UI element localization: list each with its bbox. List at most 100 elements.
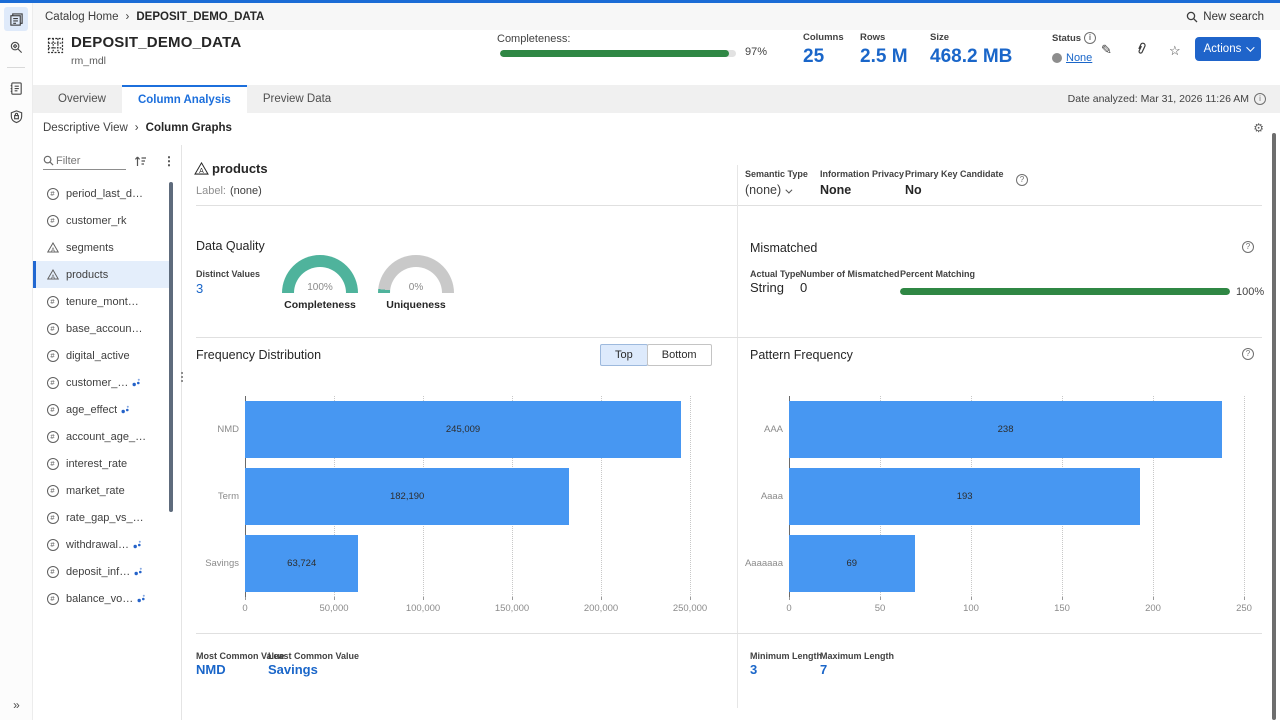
- x-tick-label: 100,000: [406, 603, 440, 614]
- discover-icon[interactable]: [4, 35, 28, 59]
- more-options-kebab-icon[interactable]: ⋮: [163, 154, 175, 168]
- paperclip-icon[interactable]: [1135, 42, 1148, 56]
- notebook-icon[interactable]: [4, 76, 28, 100]
- tab-preview-data[interactable]: Preview Data: [247, 85, 347, 113]
- splitter-drag-handle[interactable]: [178, 365, 185, 389]
- tab-strip: Overview Column Analysis Preview Data Da…: [33, 85, 1280, 113]
- numeric-type-icon: #: [46, 566, 59, 578]
- uniqueness-gauge: 0% Uniqueness: [370, 255, 462, 311]
- new-search-button[interactable]: New search: [1186, 11, 1264, 23]
- column-name: products: [212, 161, 268, 176]
- sidebar-item-segments[interactable]: Asegments: [33, 234, 169, 261]
- maximum-length-value: 7: [820, 662, 827, 677]
- sidebar-item-products[interactable]: Aproducts: [33, 261, 169, 288]
- breadcrumb-catalog-home[interactable]: Catalog Home: [45, 11, 119, 23]
- sidebar-item-balance_vo[interactable]: #balance_vo…: [33, 585, 169, 612]
- governance-icon[interactable]: [4, 104, 28, 128]
- sidebar-item-rate_gap_vs_[interactable]: #rate_gap_vs_…: [33, 504, 169, 531]
- bar-NMD: 245,009: [245, 401, 681, 458]
- percent-matching-label: Percent Matching: [900, 269, 975, 279]
- sidebar-item-account_age_[interactable]: #account_age_…: [33, 423, 169, 450]
- edit-pencil-icon[interactable]: ✎: [1101, 42, 1112, 58]
- sidebar-scrollbar[interactable]: [169, 182, 173, 512]
- date-analyzed-info-icon[interactable]: i: [1254, 93, 1266, 105]
- sidebar-item-tenure_mont[interactable]: #tenure_mont…: [33, 288, 169, 315]
- column-graphs-current: Column Graphs: [146, 122, 232, 134]
- sidebar-item-interest_rate[interactable]: #interest_rate: [33, 450, 169, 477]
- sort-icon[interactable]: [134, 155, 147, 167]
- status-none-link[interactable]: None: [1066, 52, 1092, 64]
- suggestion-sparkle-icon: [133, 540, 142, 549]
- completeness-progressbar: [500, 50, 736, 57]
- toggle-top-button[interactable]: Top: [600, 344, 648, 366]
- sidebar-item-age_effect[interactable]: #age_effect: [33, 396, 169, 423]
- y-category-label: Aaaaaaa: [740, 530, 783, 597]
- x-tick: [1062, 597, 1063, 600]
- mismatched-help-icon[interactable]: ?: [1242, 241, 1254, 253]
- sidebar-item-customer_rk[interactable]: #customer_rk: [33, 207, 169, 234]
- y-category-label: Savings: [196, 530, 239, 597]
- favorite-star-icon[interactable]: ☆: [1169, 43, 1181, 59]
- x-tick: [245, 597, 246, 600]
- character-type-icon: A: [46, 242, 59, 253]
- pattern-frequency-chart: 050100150200250AAA238Aaaa193Aaaaaaa69: [740, 385, 1258, 617]
- column-header-help-icon[interactable]: ?: [1016, 174, 1028, 186]
- x-tick-label: 50: [875, 603, 886, 614]
- status-dot-icon: [1052, 53, 1062, 63]
- actions-button[interactable]: Actions: [1195, 37, 1261, 61]
- sidebar-item-label: products: [66, 269, 108, 281]
- main-scrollbar[interactable]: [1272, 133, 1276, 720]
- x-tick-label: 100: [963, 603, 979, 614]
- actual-type-value: String: [750, 280, 784, 295]
- distinct-values-value: 3: [196, 281, 203, 296]
- filter-input[interactable]: [54, 153, 126, 170]
- x-tick: [423, 597, 424, 600]
- settings-gear-icon[interactable]: ⚙: [1253, 121, 1264, 135]
- sidebar-item-label: interest_rate: [66, 458, 127, 470]
- dataset-library: rm_mdl: [71, 55, 106, 67]
- svg-text:A: A: [199, 168, 204, 175]
- distinct-values-label: Distinct Values: [196, 269, 260, 279]
- expand-rail-button[interactable]: »: [0, 698, 33, 712]
- x-tick-label: 50,000: [319, 603, 348, 614]
- suggestion-sparkle-icon: [134, 567, 143, 576]
- tab-column-analysis[interactable]: Column Analysis: [122, 85, 247, 113]
- x-tick: [690, 597, 691, 600]
- sidebar-item-label: account_age_…: [66, 431, 146, 443]
- sidebar-item-base_accoun[interactable]: #base_accoun…: [33, 315, 169, 342]
- descriptive-view-link[interactable]: Descriptive View: [43, 122, 128, 134]
- bar-Aaaaaaa: 69: [789, 535, 915, 592]
- sidebar-item-withdrawal[interactable]: #withdrawal…: [33, 531, 169, 558]
- character-type-icon: A: [46, 269, 59, 280]
- most-common-value: NMD: [196, 662, 226, 677]
- completeness-percent: 97%: [745, 46, 767, 58]
- chevron-down-icon: [785, 187, 792, 194]
- x-tick-label: 200,000: [584, 603, 618, 614]
- pattern-frequency-help-icon[interactable]: ?: [1242, 348, 1254, 360]
- pattern-frequency-title: Pattern Frequency: [750, 348, 853, 362]
- sidebar-item-period_last_d[interactable]: #period_last_d…: [33, 180, 169, 207]
- sidebar-item-customer_[interactable]: #customer_…: [33, 369, 169, 396]
- toggle-bottom-button[interactable]: Bottom: [647, 344, 712, 366]
- frequency-distribution-chart: 050,000100,000150,000200,000250,000NMD24…: [196, 385, 704, 617]
- semantic-type-dropdown[interactable]: (none): [745, 183, 808, 197]
- status-info-icon[interactable]: i: [1084, 32, 1096, 44]
- numeric-type-icon: #: [46, 215, 59, 227]
- dataset-icon: [47, 37, 64, 54]
- divider: [196, 205, 1262, 206]
- minimum-length-label: Minimum Length: [750, 651, 822, 661]
- date-analyzed: Date analyzed: Mar 31, 2026 11:26 AM i: [1068, 85, 1266, 113]
- sidebar-item-market_rate[interactable]: #market_rate: [33, 477, 169, 504]
- catalog-icon[interactable]: [4, 7, 28, 31]
- y-category-label: Aaaa: [740, 463, 783, 530]
- tab-overview[interactable]: Overview: [42, 85, 122, 113]
- numeric-type-icon: #: [46, 350, 59, 362]
- y-category-label: NMD: [196, 396, 239, 463]
- svg-text:A: A: [51, 247, 55, 253]
- column-list-sidebar: ⋮ #period_last_d…#customer_rkAsegmentsAp…: [33, 145, 178, 720]
- sidebar-item-label: digital_active: [66, 350, 130, 362]
- status-block: Statusi None: [1052, 32, 1096, 64]
- sidebar-item-label: segments: [66, 242, 114, 254]
- sidebar-item-deposit_inf[interactable]: #deposit_inf…: [33, 558, 169, 585]
- sidebar-item-digital_active[interactable]: # digital_active: [33, 342, 169, 369]
